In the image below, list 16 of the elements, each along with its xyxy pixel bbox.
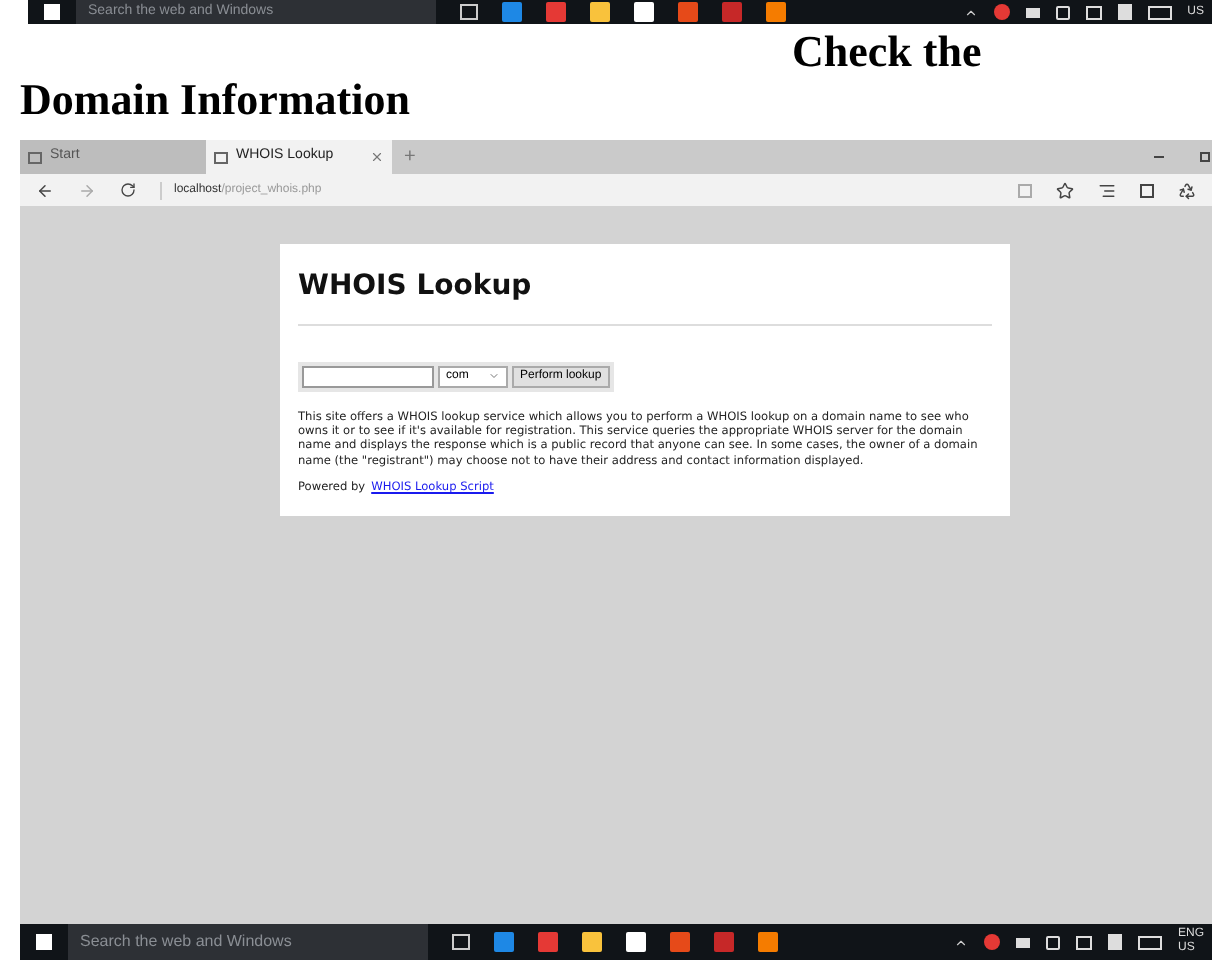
page-title: WHOIS Lookup — [298, 268, 534, 306]
domain-input-field[interactable] — [302, 365, 434, 387]
document-heading: Check the — [790, 24, 984, 76]
hub-icon[interactable] — [1098, 181, 1116, 199]
refresh-icon[interactable] — [120, 182, 136, 198]
tab-page-icon — [214, 151, 228, 163]
close-icon[interactable] — [370, 150, 384, 164]
document-heading: Domain Information — [18, 76, 412, 124]
caret-icon[interactable] — [963, 5, 978, 19]
taskbar-search-field[interactable]: Search the web and Windows — [68, 924, 428, 960]
caret-icon[interactable] — [953, 935, 968, 949]
tab-page-icon — [28, 151, 42, 163]
back-icon[interactable] — [36, 181, 54, 199]
chevron-down-icon — [488, 370, 500, 382]
star-icon[interactable] — [1056, 181, 1074, 199]
restore-icon[interactable] — [1200, 152, 1210, 162]
